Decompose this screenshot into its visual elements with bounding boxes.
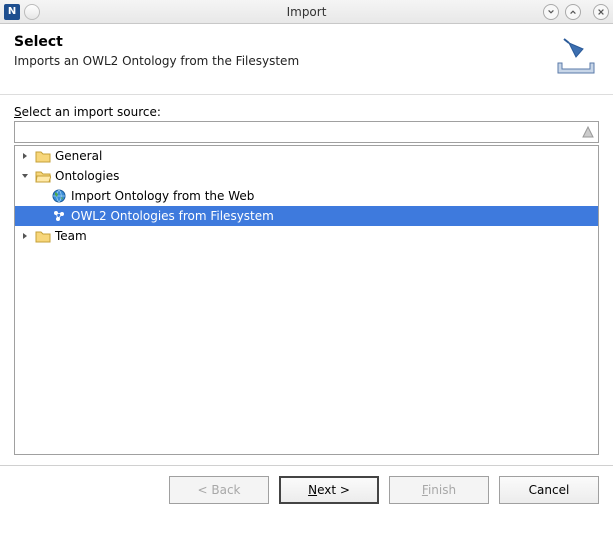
tree-item-owl2-filesystem[interactable]: OWL2 Ontologies from Filesystem [15, 206, 598, 226]
import-source-tree[interactable]: General Ontologies Import Ontology from … [14, 145, 599, 455]
import-icon [553, 34, 599, 80]
wizard-title: Select [14, 34, 299, 50]
minimize-button[interactable] [543, 4, 559, 20]
maximize-button[interactable] [565, 4, 581, 20]
wizard-body: Select an import source: General Ontolo [0, 95, 613, 465]
tree-item-import-web[interactable]: Import Ontology from the Web [15, 186, 598, 206]
tree-item-ontologies[interactable]: Ontologies [15, 166, 598, 186]
window-title: Import [287, 5, 327, 19]
folder-icon [35, 149, 51, 163]
expand-icon[interactable] [19, 230, 31, 242]
collapse-icon[interactable] [19, 170, 31, 182]
tree-item-label: Team [55, 229, 87, 243]
finish-button: Finish [389, 476, 489, 504]
close-button[interactable] [593, 4, 609, 20]
folder-open-icon [35, 169, 51, 183]
wizard-button-bar: < Back Next > Finish Cancel [0, 465, 613, 514]
expand-icon[interactable] [19, 150, 31, 162]
tree-item-team[interactable]: Team [15, 226, 598, 246]
wizard-description: Imports an OWL2 Ontology from the Filesy… [14, 54, 299, 68]
expander-spacer [35, 210, 47, 222]
filter-input[interactable] [15, 122, 578, 142]
tree-item-label: General [55, 149, 102, 163]
next-button[interactable]: Next > [279, 476, 379, 504]
back-button: < Back [169, 476, 269, 504]
app-icon: N [4, 4, 20, 20]
import-source-label: Select an import source: [14, 105, 599, 119]
tree-item-label: Ontologies [55, 169, 119, 183]
filter-row [14, 121, 599, 143]
titlebar-menu-button[interactable] [24, 4, 40, 20]
expander-spacer [35, 190, 47, 202]
wizard-header: Select Imports an OWL2 Ontology from the… [0, 24, 613, 95]
titlebar: N Import [0, 0, 613, 24]
ontology-file-icon [51, 209, 67, 223]
folder-icon [35, 229, 51, 243]
globe-icon [51, 189, 67, 203]
clear-filter-icon[interactable] [578, 126, 598, 138]
tree-item-label: Import Ontology from the Web [71, 189, 254, 203]
tree-item-general[interactable]: General [15, 146, 598, 166]
cancel-button[interactable]: Cancel [499, 476, 599, 504]
tree-item-label: OWL2 Ontologies from Filesystem [71, 209, 274, 223]
